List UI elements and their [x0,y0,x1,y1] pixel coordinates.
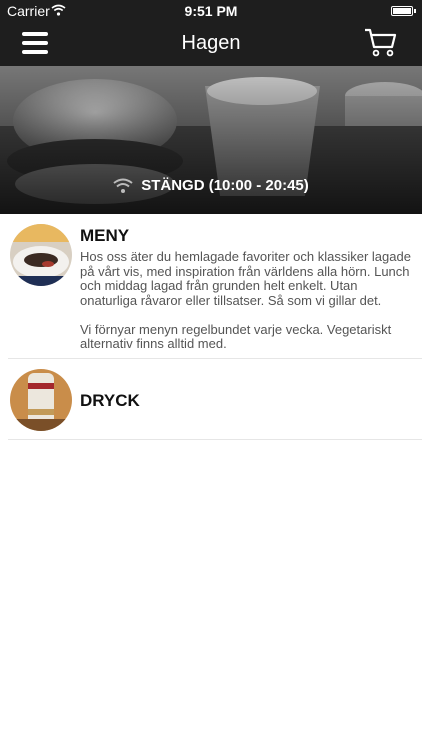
dryck-thumbnail [10,369,72,431]
list-item-dryck[interactable]: DRYCK [8,359,422,440]
meny-thumbnail [10,224,72,286]
shopping-cart-icon[interactable] [364,28,398,58]
section-description: Hos oss äter du hemlagade favoriter och … [80,249,411,351]
section-title: DRYCK [80,391,140,410]
hero-banner: STÄNGD (10:00 - 20:45) [0,66,422,214]
nav-bar: Hagen [0,22,422,66]
battery-icon [391,6,416,16]
section-title: MENY [80,226,130,245]
status-bar: Carrier 9:51 PM [0,0,422,22]
wifi-icon [113,178,133,193]
page-title: Hagen [181,32,241,54]
opening-status-text: STÄNGD (10:00 - 20:45) [141,177,309,194]
opening-status: STÄNGD (10:00 - 20:45) [0,177,422,194]
list-item-meny[interactable]: MENY Hos oss äter du hemlagade favoriter… [8,214,422,359]
clock: 9:51 PM [184,3,238,19]
